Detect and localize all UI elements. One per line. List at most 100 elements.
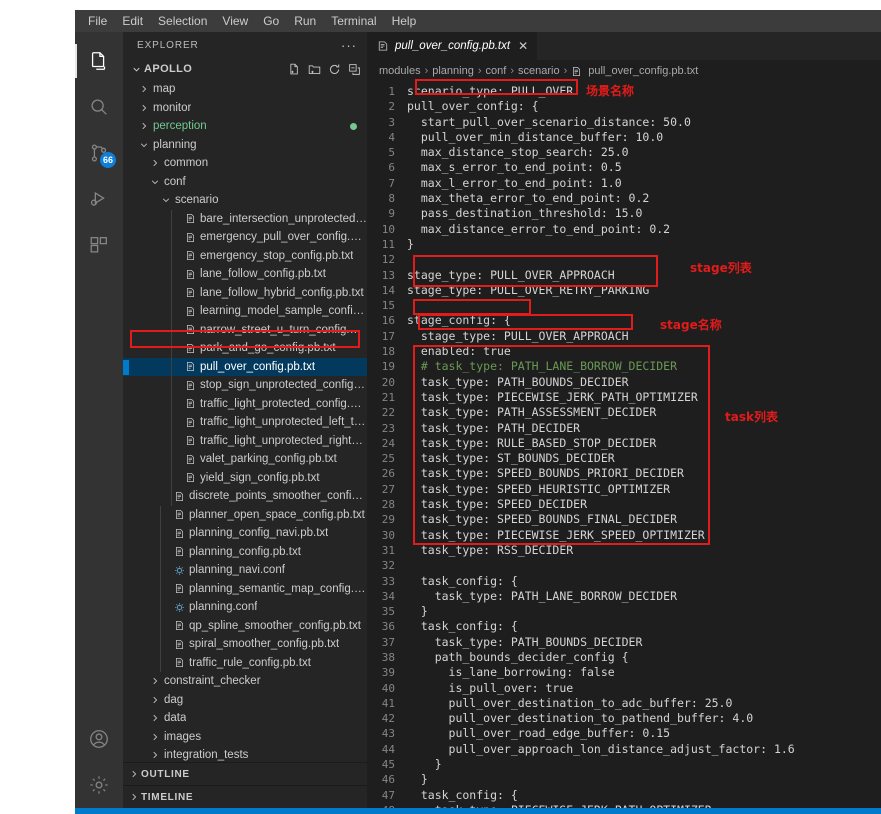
- text-file-icon: [183, 287, 197, 298]
- tree-item-label: common: [164, 157, 209, 170]
- tree-item-label: traffic_rule_config.pb.txt: [189, 656, 311, 669]
- code-text: is_lane_borrowing: false: [407, 665, 615, 680]
- tree-folder-conf[interactable]: conf: [123, 173, 367, 192]
- text-file-icon: [172, 528, 186, 539]
- tree-file-emergency-stop-config-pb-txt[interactable]: emergency_stop_config.pb.txt: [123, 247, 367, 266]
- code-text: task_type: PATH_LANE_BORROW_DECIDER: [407, 588, 678, 603]
- tree-item-label: planner_open_space_config.pb.txt: [189, 508, 365, 521]
- tree-folder-images[interactable]: images: [123, 728, 367, 747]
- new-file-icon[interactable]: [288, 63, 301, 76]
- breadcrumb-item[interactable]: planning: [432, 65, 474, 77]
- new-folder-icon[interactable]: [308, 63, 321, 76]
- tree-item-label: valet_parking_config.pb.txt: [200, 453, 337, 466]
- explorer-root-label: APOLLO: [144, 63, 193, 75]
- line-number: 14: [381, 283, 395, 297]
- menu-item-help[interactable]: Help: [385, 12, 424, 30]
- search-icon: [88, 96, 110, 118]
- line-number: 10: [381, 222, 395, 236]
- tree-file-lane-follow-config-pb-txt[interactable]: lane_follow_config.pb.txt: [123, 265, 367, 284]
- menu-item-file[interactable]: File: [81, 12, 114, 30]
- line-number: 37: [381, 635, 395, 649]
- tree-file-traffic-light-protected-config-pb-txt[interactable]: traffic_light_protected_config.pb.txt: [123, 395, 367, 414]
- chevron-right-icon: [138, 84, 150, 94]
- text-file-icon: [172, 509, 186, 520]
- breadcrumb-item[interactable]: modules: [379, 65, 421, 77]
- breadcrumb-item[interactable]: pull_over_config.pb.txt: [588, 65, 698, 77]
- tree-file-discrete-points-smoother-config-pb-txt[interactable]: discrete_points_smoother_config.pb.txt: [123, 487, 367, 506]
- tree-file-bare-intersection-unprotected-config[interactable]: bare_intersection_unprotected_config....: [123, 210, 367, 229]
- breadcrumb-item[interactable]: conf: [486, 65, 507, 77]
- code-line: 36 task_config: {: [367, 619, 881, 634]
- menu-item-go[interactable]: Go: [256, 12, 286, 30]
- code-text: pass_destination_threshold: 15.0: [407, 206, 643, 221]
- activity-search[interactable]: [75, 84, 123, 130]
- file-tree[interactable]: map monitor perception planning common conf sc…: [123, 80, 367, 762]
- code-line: 48 task_type: PIECEWISE_JERK_PATH_OPTIMI…: [367, 803, 881, 808]
- activity-settings[interactable]: [75, 762, 123, 808]
- tree-folder-common[interactable]: common: [123, 154, 367, 173]
- text-file-icon: [183, 454, 197, 465]
- text-file-icon: [183, 398, 197, 409]
- tree-folder-perception[interactable]: perception: [123, 117, 367, 136]
- menu-item-selection[interactable]: Selection: [151, 12, 214, 30]
- menu-item-terminal[interactable]: Terminal: [324, 12, 383, 30]
- panel-outline[interactable]: OUTLINE: [123, 762, 367, 785]
- files-icon: [88, 50, 110, 72]
- tree-file-pull-over-config-pb-txt[interactable]: pull_over_config.pb.txt: [123, 357, 367, 376]
- tree-file-valet-parking-config-pb-txt[interactable]: valet_parking_config.pb.txt: [123, 450, 367, 469]
- explorer-root-row[interactable]: APOLLO: [123, 58, 367, 80]
- close-icon[interactable]: ✕: [518, 39, 528, 53]
- activity-run-debug[interactable]: [75, 176, 123, 222]
- tree-file-yield-sign-config-pb-txt[interactable]: yield_sign_config.pb.txt: [123, 469, 367, 488]
- line-number: 35: [381, 605, 395, 619]
- tree-file-lane-follow-hybrid-config-pb-txt[interactable]: lane_follow_hybrid_config.pb.txt: [123, 284, 367, 303]
- refresh-icon[interactable]: [328, 63, 341, 76]
- code-line: 11}: [367, 237, 881, 252]
- tab-pull-over-config[interactable]: pull_over_config.pb.txt ✕: [367, 32, 539, 60]
- tree-folder-map[interactable]: map: [123, 80, 367, 99]
- code-line: 21 task_type: PIECEWISE_JERK_PATH_OPTIMI…: [367, 390, 881, 405]
- text-file-icon: [183, 380, 197, 391]
- explorer-more-icon[interactable]: ···: [341, 38, 357, 53]
- collapse-all-icon[interactable]: [348, 63, 361, 76]
- tree-file-traffic-light-unprotected-right-turn-co[interactable]: traffic_light_unprotected_right_turn_co.…: [123, 432, 367, 451]
- tree-folder-data[interactable]: data: [123, 709, 367, 728]
- activity-accounts[interactable]: [75, 716, 123, 762]
- tree-file-narrow-street-u-turn-config-pb-txt[interactable]: narrow_street_u_turn_config.pb.txt: [123, 321, 367, 340]
- text-file-icon: [183, 250, 197, 261]
- text-file-icon: [571, 66, 582, 77]
- menu-item-edit[interactable]: Edit: [115, 12, 150, 30]
- breadcrumb-item[interactable]: scenario: [518, 65, 560, 77]
- code-text: task_type: ST_BOUNDS_DECIDER: [407, 451, 615, 466]
- tree-file-traffic-light-unprotected-left-turn-con[interactable]: traffic_light_unprotected_left_turn_con.…: [123, 413, 367, 432]
- tree-folder-monitor[interactable]: monitor: [123, 99, 367, 118]
- line-number: 3: [388, 115, 395, 129]
- tree-item-label: scenario: [175, 194, 219, 207]
- tree-item-label: qp_spline_smoother_config.pb.txt: [189, 619, 361, 632]
- tree-folder-scenario[interactable]: scenario: [123, 191, 367, 210]
- menu-item-view[interactable]: View: [215, 12, 255, 30]
- code-text: enabled: true: [407, 344, 511, 359]
- tree-file-stop-sign-unprotected-config-pb-txt[interactable]: stop_sign_unprotected_config.pb.txt: [123, 376, 367, 395]
- panel-label: TIMELINE: [141, 791, 194, 803]
- tree-folder-planning[interactable]: planning: [123, 136, 367, 155]
- activity-extensions[interactable]: [75, 222, 123, 268]
- menu-item-run[interactable]: Run: [287, 12, 323, 30]
- tree-folder-constraint-checker[interactable]: constraint_checker: [123, 672, 367, 691]
- activity-explorer[interactable]: [75, 38, 123, 84]
- activity-source-control[interactable]: 66: [75, 130, 123, 176]
- line-number: 13: [381, 268, 395, 282]
- code-editor[interactable]: 1 scenario_type: PULL_OVER 2 pull_over_conf…: [367, 82, 881, 808]
- code-line: 32: [367, 558, 881, 573]
- tree-file-park-and-go-config-pb-txt[interactable]: park_and_go_config.pb.txt: [123, 339, 367, 358]
- tree-file-learning-model-sample-config-pb-txt[interactable]: learning_model_sample_config.pb.txt: [123, 302, 367, 321]
- line-number: 43: [381, 727, 395, 741]
- tree-file-emergency-pull-over-config-pb-txt[interactable]: emergency_pull_over_config.pb.txt: [123, 228, 367, 247]
- tree-folder-dag[interactable]: dag: [123, 691, 367, 710]
- tree-item-label: monitor: [153, 101, 192, 114]
- panel-timeline[interactable]: TIMELINE: [123, 785, 367, 808]
- code-line: 42 pull_over_destination_to_pathend_buff…: [367, 711, 881, 726]
- line-number: 39: [381, 666, 395, 680]
- code-line: 18 enabled: true: [367, 344, 881, 359]
- tree-folder-integration-tests[interactable]: integration_tests: [123, 746, 367, 762]
